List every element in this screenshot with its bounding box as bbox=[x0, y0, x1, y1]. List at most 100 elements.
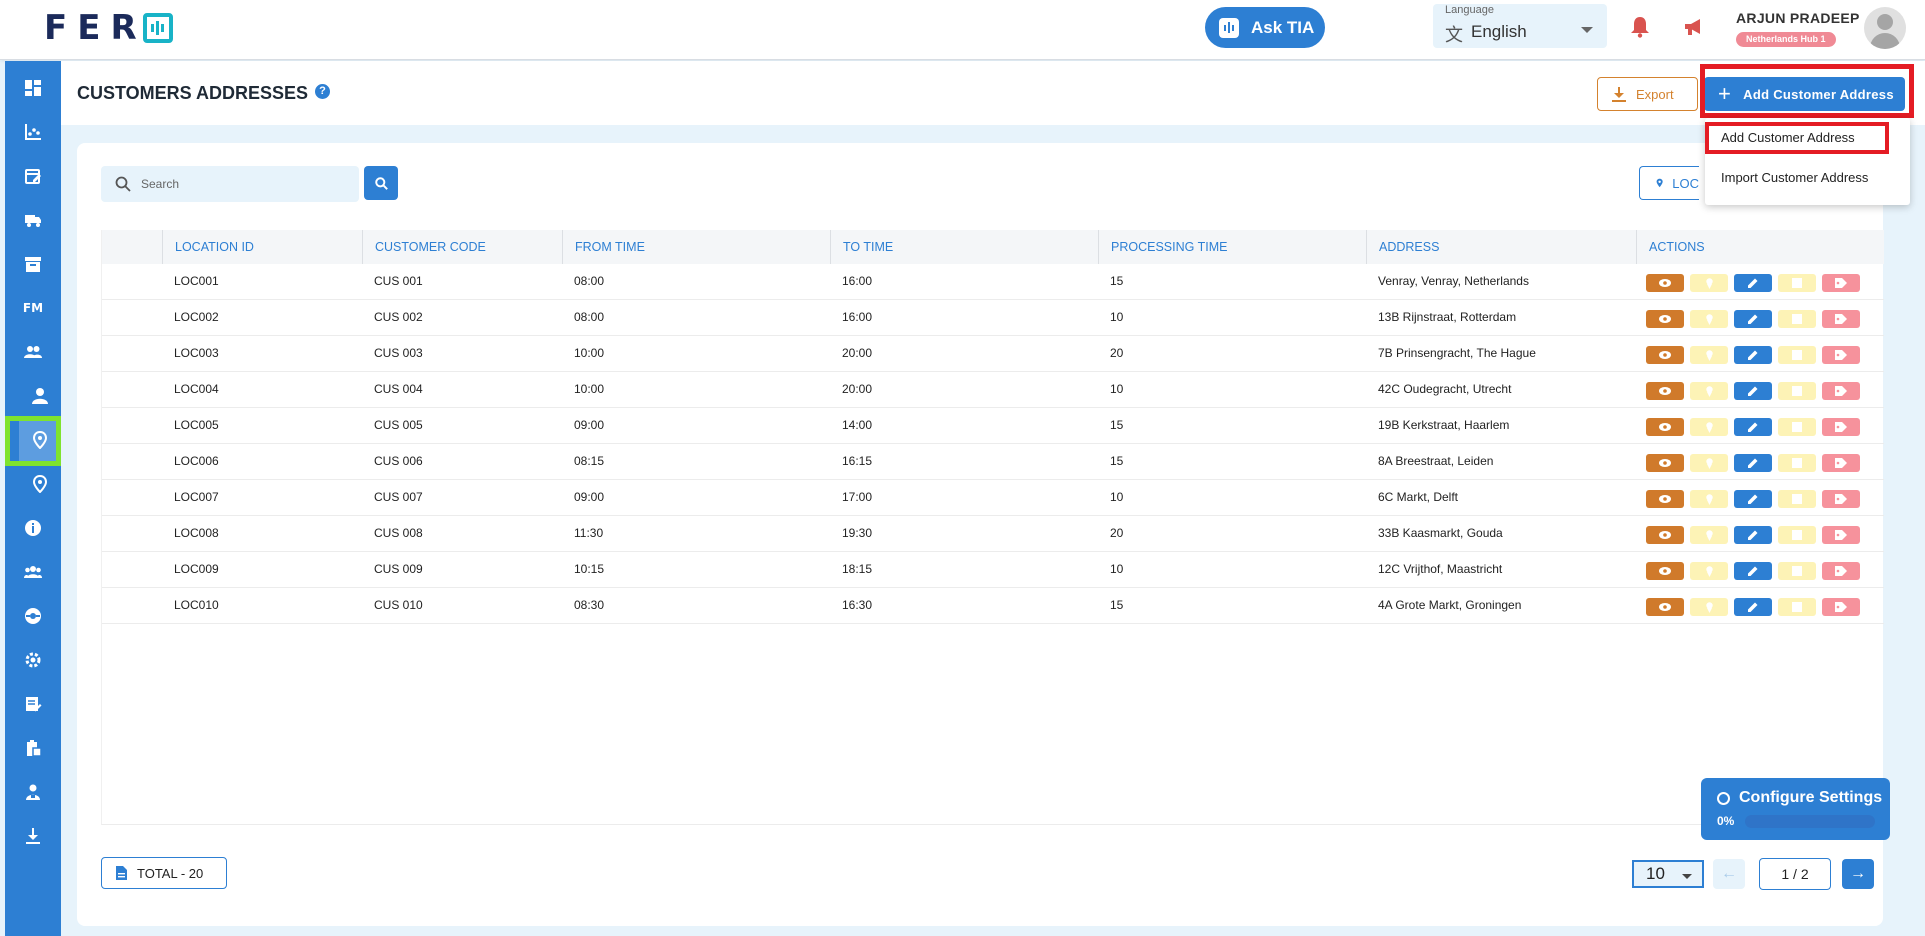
fero-logo[interactable]: FER bbox=[44, 8, 173, 48]
table-row[interactable]: LOC007 CUS 007 09:00 17:00 10 6C Markt, Delft bbox=[102, 480, 1884, 516]
table-row[interactable]: LOC009 CUS 009 10:15 18:15 10 12C Vrijthof, M… bbox=[102, 552, 1884, 588]
tag-button[interactable] bbox=[1822, 454, 1860, 472]
column-header-from-time[interactable]: FROM TIME bbox=[562, 230, 645, 264]
ask-tia-button[interactable]: Ask TIA bbox=[1205, 7, 1325, 48]
column-header-address[interactable]: ADDRESS bbox=[1366, 230, 1439, 264]
edit-button[interactable] bbox=[1734, 418, 1772, 436]
edit-button[interactable] bbox=[1734, 382, 1772, 400]
sidebar-item-archive[interactable] bbox=[5, 242, 61, 286]
pin-button[interactable] bbox=[1690, 562, 1728, 580]
view-button[interactable] bbox=[1646, 598, 1684, 616]
tag-button[interactable] bbox=[1822, 382, 1860, 400]
map-button[interactable] bbox=[1778, 382, 1816, 400]
help-icon[interactable]: ? bbox=[315, 84, 330, 99]
map-button[interactable] bbox=[1778, 526, 1816, 544]
edit-button[interactable] bbox=[1734, 598, 1772, 616]
table-row[interactable]: LOC003 CUS 003 10:00 20:00 20 7B Prinsengrach… bbox=[102, 336, 1884, 372]
language-select[interactable]: Language 文 English bbox=[1433, 4, 1607, 48]
map-button[interactable] bbox=[1778, 490, 1816, 508]
view-button[interactable] bbox=[1646, 274, 1684, 292]
view-button[interactable] bbox=[1646, 346, 1684, 364]
search-button[interactable] bbox=[364, 166, 398, 200]
map-button[interactable] bbox=[1778, 346, 1816, 364]
sidebar-item-locations[interactable] bbox=[19, 462, 61, 506]
search-input[interactable] bbox=[141, 174, 341, 194]
rows-per-page-select[interactable]: 10 bbox=[1632, 860, 1704, 888]
pin-button[interactable] bbox=[1690, 598, 1728, 616]
pin-button[interactable] bbox=[1690, 310, 1728, 328]
tag-button[interactable] bbox=[1822, 490, 1860, 508]
map-button[interactable] bbox=[1778, 274, 1816, 292]
next-page-button[interactable]: → bbox=[1842, 859, 1874, 889]
tag-button[interactable] bbox=[1822, 310, 1860, 328]
pin-button[interactable] bbox=[1690, 526, 1728, 544]
sidebar-item-users[interactable] bbox=[5, 330, 61, 374]
prev-page-button[interactable]: ← bbox=[1713, 859, 1745, 889]
sidebar-item-notes[interactable] bbox=[5, 682, 61, 726]
sidebar-item-groups[interactable] bbox=[5, 550, 61, 594]
pin-button[interactable] bbox=[1690, 274, 1728, 292]
view-button[interactable] bbox=[1646, 490, 1684, 508]
view-button[interactable] bbox=[1646, 382, 1684, 400]
table-row[interactable]: LOC001 CUS 001 08:00 16:00 15 Venray, Venray,… bbox=[102, 264, 1884, 300]
map-button[interactable] bbox=[1778, 310, 1816, 328]
sidebar-item-clipboard[interactable] bbox=[5, 726, 61, 770]
location-button[interactable]: LOC bbox=[1639, 166, 1699, 200]
column-header-customer-code[interactable]: CUSTOMER CODE bbox=[362, 230, 486, 264]
edit-button[interactable] bbox=[1734, 454, 1772, 472]
pin-button[interactable] bbox=[1690, 346, 1728, 364]
total-count-button[interactable]: TOTAL - 20 bbox=[101, 857, 227, 889]
column-header-to-time[interactable]: TO TIME bbox=[830, 230, 893, 264]
table-row[interactable]: LOC008 CUS 008 11:30 19:30 20 33B Kaasmarkt, … bbox=[102, 516, 1884, 552]
view-button[interactable] bbox=[1646, 562, 1684, 580]
sidebar-item-calendar[interactable] bbox=[5, 154, 61, 198]
edit-button[interactable] bbox=[1734, 346, 1772, 364]
sidebar-item-dashboard[interactable] bbox=[5, 66, 61, 110]
configure-settings-widget[interactable]: Configure Settings 0% bbox=[1701, 778, 1890, 840]
tag-button[interactable] bbox=[1822, 346, 1860, 364]
view-button[interactable] bbox=[1646, 526, 1684, 544]
bell-icon[interactable] bbox=[1630, 16, 1650, 38]
view-button[interactable] bbox=[1646, 310, 1684, 328]
map-button[interactable] bbox=[1778, 418, 1816, 436]
sidebar-item-fm[interactable]: FM bbox=[5, 286, 61, 330]
sidebar-item-download[interactable] bbox=[5, 814, 61, 858]
user-name[interactable]: ARJUN PRADEEP bbox=[1736, 10, 1860, 26]
table-row[interactable]: LOC010 CUS 010 08:30 16:30 15 4A Grote Markt,… bbox=[102, 588, 1884, 624]
table-row[interactable]: LOC004 CUS 004 10:00 20:00 10 42C Oudegracht,… bbox=[102, 372, 1884, 408]
tag-button[interactable] bbox=[1822, 598, 1860, 616]
edit-button[interactable] bbox=[1734, 310, 1772, 328]
tag-button[interactable] bbox=[1822, 274, 1860, 292]
map-button[interactable] bbox=[1778, 598, 1816, 616]
menu-item-import-customer-address[interactable]: Import Customer Address bbox=[1721, 170, 1868, 185]
export-button[interactable]: Export bbox=[1597, 77, 1698, 111]
tag-button[interactable] bbox=[1822, 526, 1860, 544]
column-header-processing-time[interactable]: PROCESSING TIME bbox=[1098, 230, 1227, 264]
megaphone-icon[interactable] bbox=[1683, 17, 1705, 37]
sidebar-item-support[interactable] bbox=[5, 594, 61, 638]
avatar[interactable] bbox=[1864, 7, 1906, 49]
map-button[interactable] bbox=[1778, 454, 1816, 472]
edit-button[interactable] bbox=[1734, 490, 1772, 508]
pin-button[interactable] bbox=[1690, 490, 1728, 508]
tag-button[interactable] bbox=[1822, 562, 1860, 580]
column-header-location-id[interactable]: LOCATION ID bbox=[162, 230, 254, 264]
table-row[interactable]: LOC002 CUS 002 08:00 16:00 10 13B Rijnstraat,… bbox=[102, 300, 1884, 336]
view-button[interactable] bbox=[1646, 418, 1684, 436]
sidebar-item-admin[interactable] bbox=[5, 770, 61, 814]
view-button[interactable] bbox=[1646, 454, 1684, 472]
pin-button[interactable] bbox=[1690, 382, 1728, 400]
tag-button[interactable] bbox=[1822, 418, 1860, 436]
pin-button[interactable] bbox=[1690, 454, 1728, 472]
edit-button[interactable] bbox=[1734, 562, 1772, 580]
map-button[interactable] bbox=[1778, 562, 1816, 580]
sidebar-item-settings[interactable] bbox=[5, 638, 61, 682]
sidebar-item-customers[interactable] bbox=[19, 374, 61, 418]
sidebar-item-analytics[interactable] bbox=[5, 110, 61, 154]
sidebar-item-fleet[interactable] bbox=[5, 198, 61, 242]
sidebar-item-info[interactable] bbox=[5, 506, 61, 550]
table-row[interactable]: LOC005 CUS 005 09:00 14:00 15 19B Kerkstraat,… bbox=[102, 408, 1884, 444]
table-row[interactable]: LOC006 CUS 006 08:15 16:15 15 8A Breestraat, … bbox=[102, 444, 1884, 480]
edit-button[interactable] bbox=[1734, 526, 1772, 544]
pin-button[interactable] bbox=[1690, 418, 1728, 436]
